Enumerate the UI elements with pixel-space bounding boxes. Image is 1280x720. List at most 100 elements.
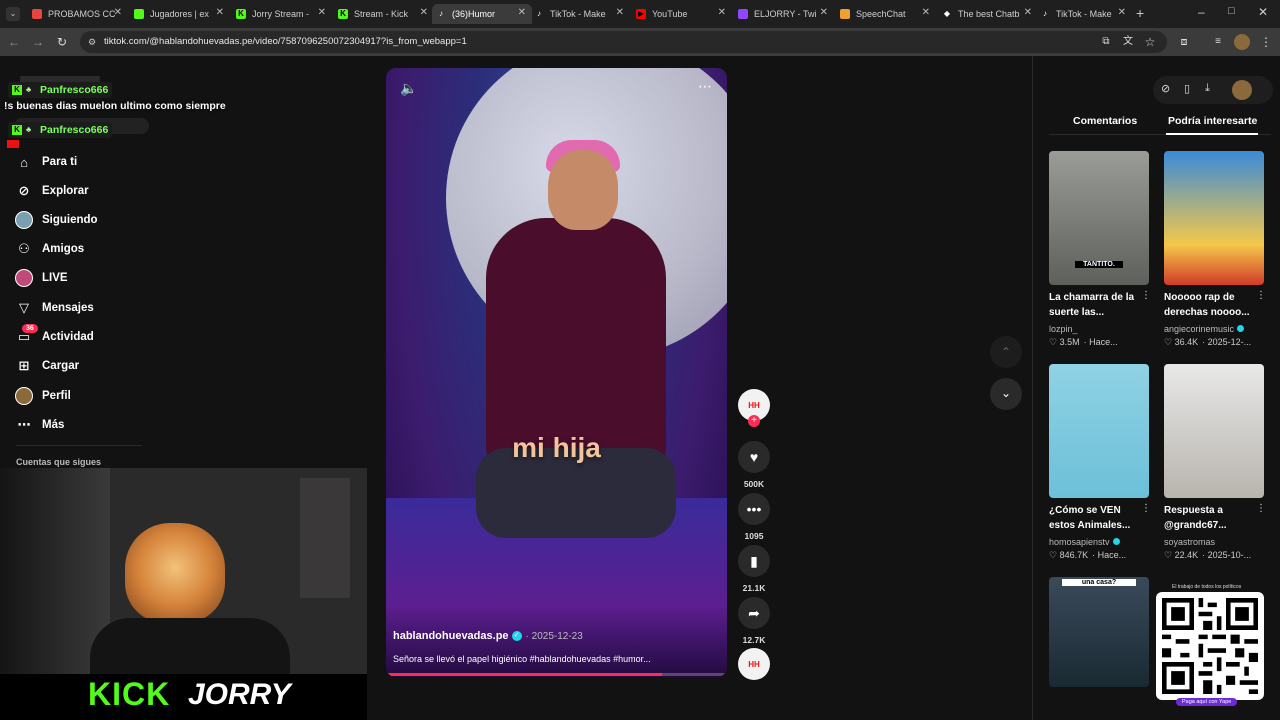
related-card-author[interactable]: homosapienstv [1049, 537, 1120, 547]
tab-close-icon[interactable]: ✕ [114, 7, 122, 18]
browser-tab[interactable]: K Stream - Kick ✕ [334, 4, 434, 24]
bookmark-icon[interactable]: ▮ [738, 545, 770, 577]
music-disc-icon[interactable]: HH [738, 648, 770, 680]
author-name: soyastromas [1164, 537, 1216, 547]
browser-tab[interactable]: ELJORRY - Twi ✕ [734, 4, 834, 24]
card-more-icon[interactable]: ⋮ [1256, 503, 1266, 514]
tab-close-icon[interactable]: ✕ [820, 7, 828, 18]
bookmark-star-icon[interactable]: ☆ [1142, 34, 1158, 50]
activity-badge: 36 [22, 324, 38, 333]
coin-icon[interactable]: ⊘ [1161, 82, 1170, 95]
browser-tab[interactable]: ♪ TikTok - Make ✕ [1036, 4, 1132, 24]
download-icon[interactable]: ⤓ [1205, 82, 1210, 95]
sidebar-item-para-ti[interactable]: ⌂ Para ti [14, 151, 77, 173]
tab-favicon-icon: K [338, 9, 348, 19]
tab-close-icon[interactable]: ✕ [216, 7, 224, 18]
video-author[interactable]: hablandohuevadas.pe [393, 630, 509, 642]
share-count: 12.7K [742, 635, 766, 645]
sidebar-item-perfil[interactable]: Perfil [14, 385, 71, 407]
share-action[interactable]: ➦ 12.7K [738, 597, 770, 645]
sidebar-item-amigos[interactable]: ⚇ Amigos [14, 238, 84, 260]
more-options-icon[interactable]: ⋯ [698, 78, 712, 95]
translate-icon[interactable]: 文 [1120, 34, 1136, 50]
tab-comments[interactable]: Comentarios [1073, 115, 1137, 127]
card-likes: 3.5M [1059, 337, 1080, 347]
back-arrow-icon[interactable]: ← [6, 34, 22, 50]
tab-close-icon[interactable]: ✕ [1118, 7, 1126, 18]
browser-tab[interactable]: Jugadores | ex ✕ [130, 4, 230, 24]
user-avatar[interactable] [1232, 80, 1252, 100]
tab-close-icon[interactable]: ✕ [420, 7, 428, 18]
related-card-title[interactable]: Nooooo rap de derechas noooo... [1164, 290, 1264, 320]
profile-avatar[interactable] [1234, 34, 1250, 50]
sidebar-item-más[interactable]: ⋯ Más [14, 414, 65, 436]
related-card-author[interactable]: soyastromas [1164, 537, 1215, 547]
tab-close-icon[interactable]: ✕ [318, 7, 326, 18]
device-icon[interactable]: ▯ [1184, 82, 1190, 95]
save-count: 21.1K [742, 583, 766, 593]
sidebar-item-explorar[interactable]: ⊘ Explorar [14, 180, 89, 202]
related-card-thumb[interactable]: TANTITO. [1049, 151, 1149, 285]
maximize-window-button[interactable]: □ [1228, 5, 1235, 17]
browser-tab[interactable]: ♪ TikTok - Make ✕ [530, 4, 630, 24]
card-more-icon[interactable]: ⋮ [1256, 290, 1266, 301]
url-field[interactable]: ⚙ tiktok.com/@hablandohuevadas.pe/video/… [80, 31, 1167, 53]
related-card-title[interactable]: Respuesta a @grandc67... [1164, 503, 1264, 533]
browser-tab[interactable]: ▶ YouTube ✕ [632, 4, 732, 24]
scroll-up-button[interactable]: ⌃ [990, 336, 1022, 368]
browser-tab[interactable]: PROBAMOS CC ✕ [28, 4, 128, 24]
share-arrow-icon[interactable]: ➦ [738, 597, 770, 629]
sound-disc[interactable]: HH [738, 648, 770, 680]
related-card-thumb[interactable] [1049, 364, 1149, 498]
sidebar-item-live[interactable]: LIVE [14, 267, 68, 289]
new-tab-button[interactable]: + [1136, 5, 1144, 21]
related-card-title[interactable]: La chamarra de la suerte las... [1049, 290, 1149, 320]
related-card-thumb[interactable] [1164, 364, 1264, 498]
tab-close-icon[interactable]: ✕ [518, 7, 526, 18]
creator-avatar[interactable]: HH + [738, 389, 770, 427]
install-app-icon[interactable]: ⧉ [1098, 34, 1114, 50]
tab-close-icon[interactable]: ✕ [718, 7, 726, 18]
browser-tab[interactable]: ♪ (36)Humor ✕ [432, 4, 532, 24]
related-card-author[interactable]: angiecorinemusic [1164, 324, 1245, 334]
volume-icon[interactable]: 🔈 [400, 80, 417, 97]
browser-tab[interactable]: SpeechChat ✕ [836, 4, 936, 24]
video-player[interactable]: mi hija 🔈 ⋯ hablandohuevadas.pe ✓ · 2025… [386, 68, 727, 677]
tab-close-icon[interactable]: ✕ [1024, 7, 1032, 18]
video-progress-bar[interactable] [386, 673, 727, 676]
card-more-icon[interactable]: ⋮ [1141, 290, 1151, 301]
save-action[interactable]: ▮ 21.1K [738, 545, 770, 593]
sidebar-item-mensajes[interactable]: ▽ Mensajes [14, 297, 94, 319]
bottom-card-thumb[interactable]: una casa? [1049, 577, 1149, 687]
reading-list-icon[interactable]: ≡ [1210, 34, 1226, 50]
related-card-title[interactable]: ¿Cómo se VEN estos Animales... [1049, 503, 1149, 533]
minimize-window-button[interactable]: – [1198, 5, 1205, 19]
tab-search-icon[interactable]: ⌄ [6, 7, 20, 21]
browser-menu-icon[interactable]: ⋮ [1258, 34, 1274, 50]
related-card-author[interactable]: lozpin_ [1049, 324, 1078, 334]
like-action[interactable]: ♥ 500K [738, 441, 770, 489]
reload-icon[interactable]: ↻ [54, 34, 70, 50]
tab-close-icon[interactable]: ✕ [922, 7, 930, 18]
tab-related[interactable]: Podría interesarte [1168, 115, 1257, 127]
video-author-row[interactable]: hablandohuevadas.pe ✓ · 2025-12-23 [393, 630, 583, 642]
video-description[interactable]: Señora se llevó el papel higiénico #habl… [393, 654, 651, 664]
card-more-icon[interactable]: ⋮ [1141, 503, 1151, 514]
sidebar-item-cargar[interactable]: ⊞ Cargar [14, 355, 80, 377]
comment-icon[interactable]: ••• [738, 493, 770, 525]
comment-action[interactable]: ••• 1095 [738, 493, 770, 541]
browser-tab[interactable]: ◆ The best Chatb ✕ [938, 4, 1038, 24]
heart-icon[interactable]: ♥ [738, 441, 770, 473]
sidebar-item-siguiendo[interactable]: Siguiendo [14, 209, 98, 231]
extensions-icon[interactable]: ⧈ [1176, 34, 1192, 50]
follow-plus-icon[interactable]: + [748, 415, 760, 427]
browser-tab[interactable]: K Jorry Stream - ✕ [232, 4, 332, 24]
scroll-down-button[interactable]: ⌄ [990, 378, 1022, 410]
related-card-thumb[interactable] [1164, 151, 1264, 285]
forward-arrow-icon[interactable]: → [30, 34, 46, 50]
site-info-icon[interactable]: ⚙ [88, 31, 96, 53]
tab-close-icon[interactable]: ✕ [616, 7, 624, 18]
close-window-button[interactable]: ✕ [1258, 5, 1268, 19]
tab-title: SpeechChat [856, 9, 906, 19]
card-likes: 22.4K [1174, 550, 1199, 560]
